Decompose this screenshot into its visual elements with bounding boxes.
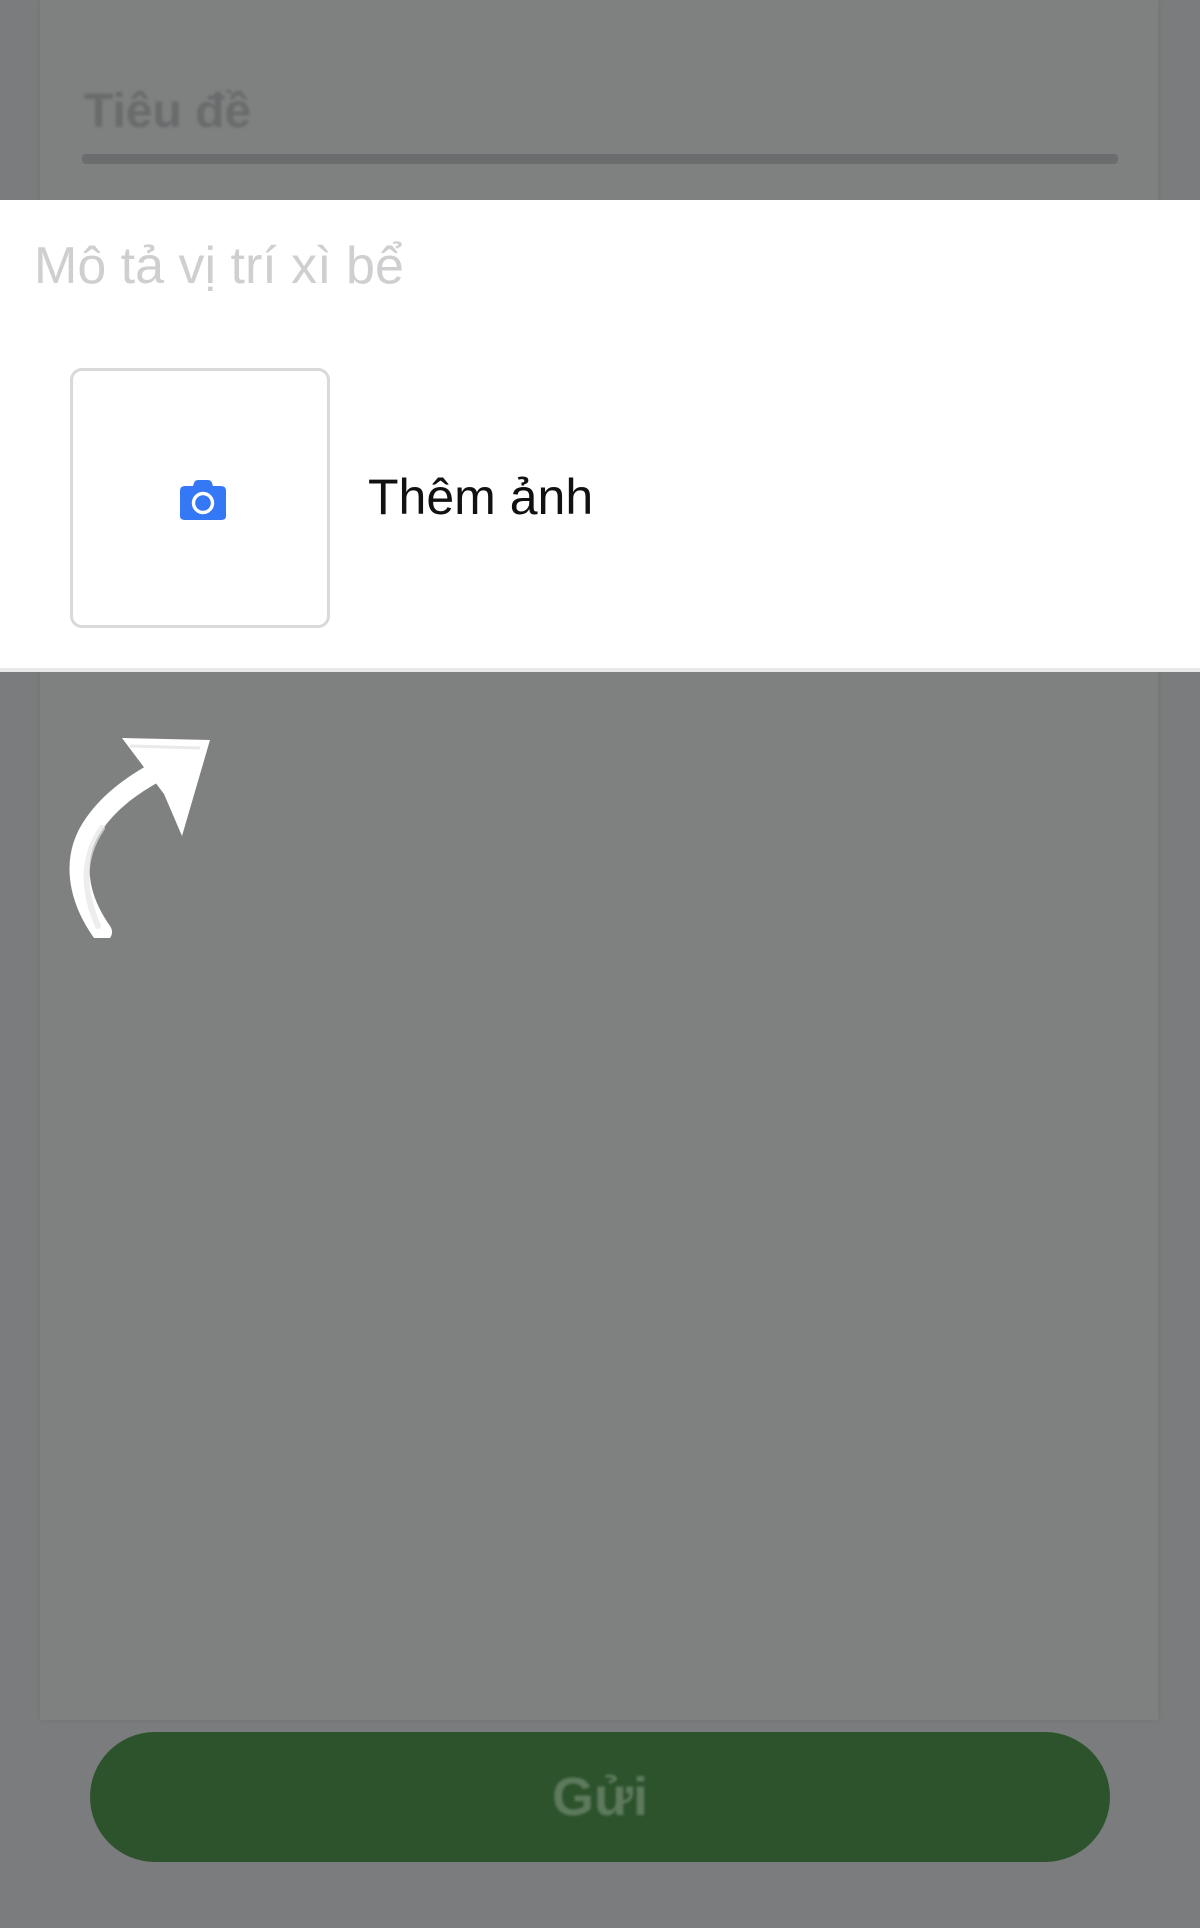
camera-icon — [180, 480, 226, 520]
submit-button[interactable]: Gửi — [90, 1732, 1110, 1862]
title-underline — [82, 154, 1118, 164]
curved-arrow-icon — [69, 738, 210, 938]
description-input[interactable]: Mô tả vị trí xì bể — [34, 236, 404, 296]
title-field[interactable]: Tiêu đề — [82, 78, 1118, 164]
highlighted-panel: Mô tả vị trí xì bể Thêm ảnh — [0, 200, 1200, 672]
app-screen: Tiêu đề Mô tả vị trí xì bể Thêm ảnh Gửi — [0, 0, 1200, 1928]
title-placeholder: Tiêu đề — [84, 85, 252, 138]
add-photo-label[interactable]: Thêm ảnh — [368, 468, 593, 526]
submit-label: Gửi — [551, 1767, 649, 1827]
add-photo-button[interactable] — [70, 368, 330, 628]
